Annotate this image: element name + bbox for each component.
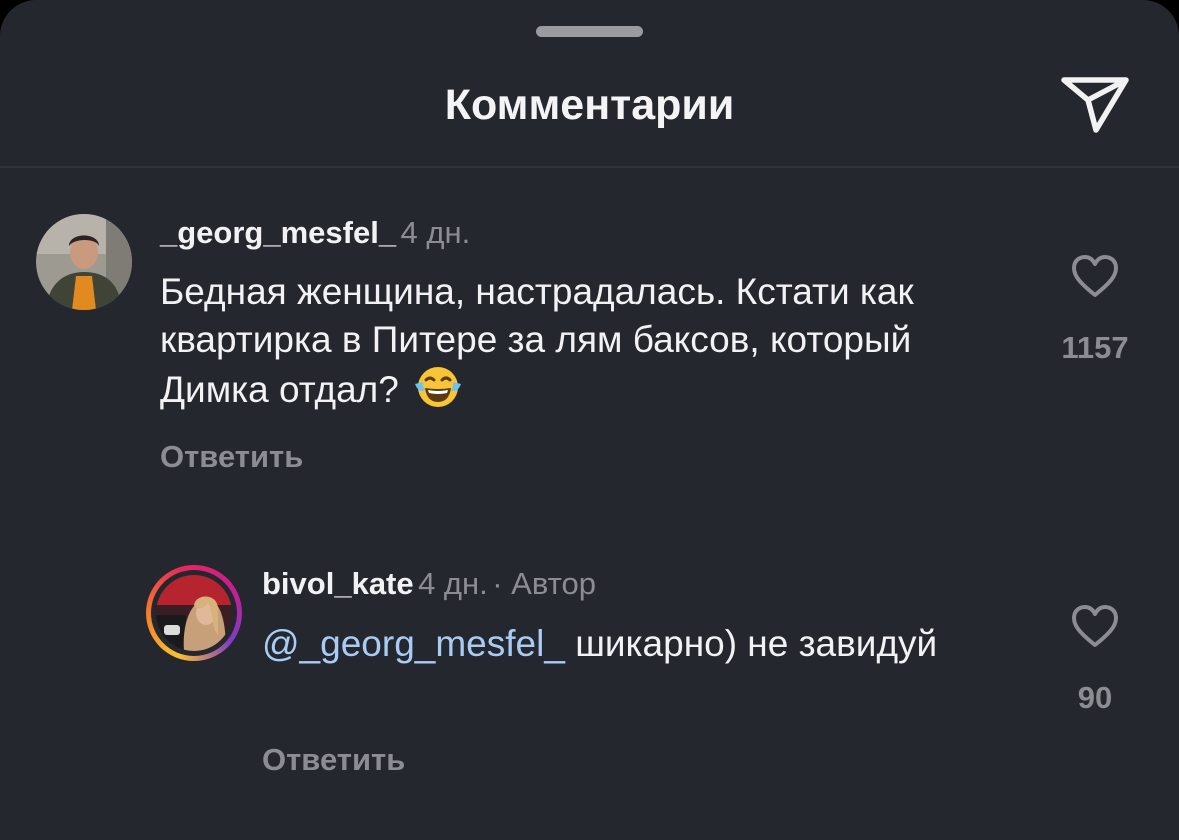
comment-username[interactable]: _georg_mesfel_ [160,215,396,250]
heart-icon[interactable] [1070,254,1120,300]
like-count: 90 [1077,680,1113,715]
avatar[interactable] [146,565,242,661]
comment-header: _georg_mesfel_ 4 дн. [160,213,470,259]
comment-text: Бедная женщина, настрадалась. Кстати как… [160,268,1020,414]
comment-time: 4 дн. [400,215,471,250]
tears-of-joy-emoji [413,364,463,410]
comment-body: шикарно) не завидуй [575,623,938,664]
send-icon[interactable] [1058,70,1132,136]
reply-button[interactable]: Ответить [262,740,405,780]
reply-button[interactable]: Ответить [160,437,303,477]
drag-handle[interactable] [536,26,643,37]
comments-sheet: Комментарии _georg_mesfel_ 4 дн. Бедная … [0,0,1179,840]
like-count: 1157 [1061,330,1129,365]
comment-time: 4 дн. [418,566,488,601]
heart-icon[interactable] [1070,604,1120,650]
author-badge: · Автор [492,566,596,601]
avatar[interactable] [36,214,132,310]
comment-header: bivol_kate 4 дн. · Автор [262,564,596,610]
page-title: Комментарии [444,81,735,129]
comment-text: @_georg_mesfel_ шикарно) не завидуй [262,620,962,668]
comment-body: Бедная женщина, настрадалась. Кстати как… [160,271,914,410]
comment-username[interactable]: bivol_kate [262,566,414,601]
mention-link[interactable]: @_georg_mesfel_ [262,623,565,664]
header-divider [0,166,1179,168]
